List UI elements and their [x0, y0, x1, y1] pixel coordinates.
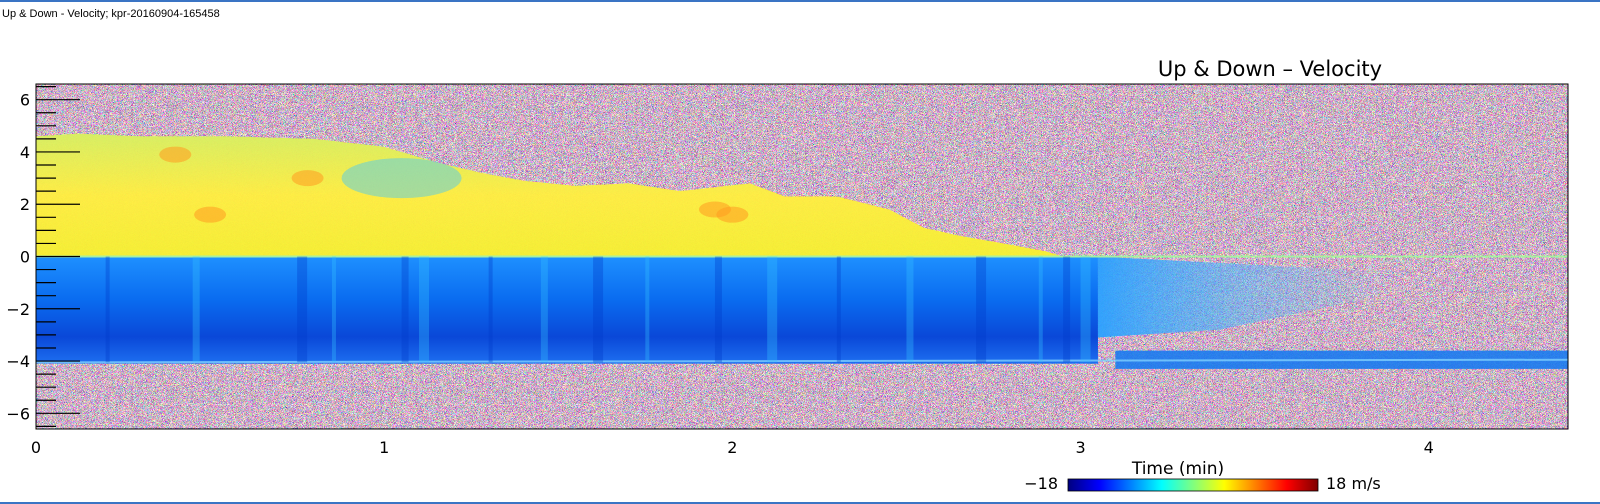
x-axis-label: Time (min): [1131, 459, 1224, 479]
velocity-streak: [1038, 256, 1043, 363]
velocity-streak: [593, 256, 604, 363]
velocity-streak: [767, 256, 778, 363]
velocity-streak: [105, 256, 110, 363]
velocity-streak: [419, 256, 429, 363]
x-tick-label: 2: [727, 438, 737, 457]
y-tick-label: −2: [6, 300, 30, 319]
warm-patch: [159, 146, 192, 163]
velocity-streak: [836, 256, 841, 363]
y-tick-label: 2: [20, 195, 30, 214]
chart-svg: 6 4 2 0 −2 −4 −6 0 1 2 3 4 Up & Down – Velocity Ti…: [6, 57, 1569, 493]
x-tick-label: 0: [31, 438, 41, 457]
velocity-streak: [714, 256, 722, 363]
y-tick-label: 4: [20, 143, 30, 162]
chart-title: Up & Down – Velocity: [1158, 57, 1382, 81]
velocity-streak: [192, 256, 200, 363]
velocity-streak: [976, 256, 987, 363]
x-tick-label: 3: [1075, 438, 1085, 457]
y-tick-label: 6: [20, 91, 30, 110]
y-tick-label: 0: [20, 248, 30, 267]
velocity-streak: [540, 256, 548, 363]
cool-patch: [341, 158, 462, 199]
velocity-streak: [645, 256, 650, 363]
velocity-streak: [488, 256, 493, 363]
x-axis: 0 1 2 3 4: [31, 438, 1434, 457]
y-tick-label: −4: [6, 352, 30, 371]
warm-patch: [291, 170, 324, 187]
x-tick-label: 4: [1424, 438, 1434, 457]
velocity-streak: [401, 256, 409, 363]
warm-patch: [716, 206, 749, 223]
x-tick-label: 1: [379, 438, 389, 457]
velocity-streak: [1080, 256, 1091, 363]
warm-patch: [194, 206, 227, 223]
velocity-streak: [906, 256, 914, 363]
velocity-streak: [297, 256, 308, 363]
colorbar: [1067, 478, 1319, 492]
velocity-streak: [331, 256, 336, 363]
colorbar-max-label: 18 m/s: [1326, 474, 1381, 493]
velocity-streak: [1063, 256, 1071, 363]
y-tick-label: −6: [6, 404, 30, 423]
colorbar-min-label: −18: [1024, 474, 1058, 493]
